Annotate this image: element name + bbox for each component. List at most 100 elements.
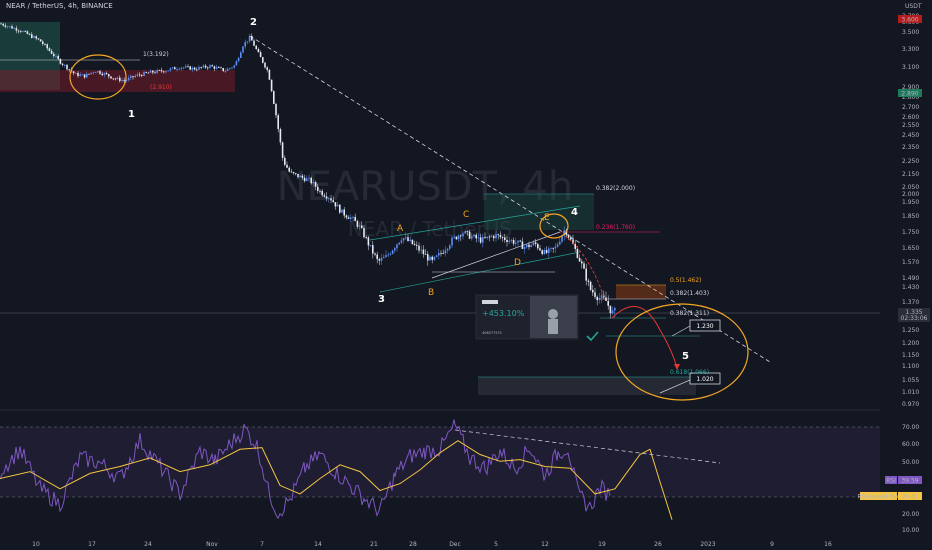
candle-body (429, 256, 431, 261)
fib-label-1760: 0.236(1.760) (596, 224, 635, 231)
price-tick: 2.600 (902, 114, 919, 121)
candle-body (35, 36, 37, 39)
wave-label-1: 1 (128, 109, 135, 120)
candle-body (550, 247, 552, 249)
candle-body (277, 115, 279, 130)
candle-body (416, 244, 418, 246)
price-tick: 1.100 (902, 363, 919, 370)
candle-body (174, 67, 176, 70)
candle-body (482, 237, 484, 243)
candle-body (94, 72, 97, 73)
candle-body (81, 74, 84, 76)
candle-body (281, 142, 284, 158)
candle-body (422, 249, 425, 255)
candle-body (26, 31, 29, 34)
candle-body (213, 66, 216, 69)
candle-body (244, 42, 246, 47)
candle-body (354, 216, 356, 222)
candle-body (526, 244, 528, 247)
candle-body (372, 245, 374, 254)
candle-body (2, 23, 4, 26)
candle-body (347, 217, 350, 219)
target-1230-label: 1.230 (696, 323, 713, 330)
candle-body (352, 216, 354, 218)
candle-body (270, 79, 273, 92)
candle-body (275, 103, 277, 116)
price-tick: 1.430 (902, 284, 919, 291)
candle-body (570, 237, 572, 240)
rsi-tick: 70.00 (902, 424, 919, 431)
candle-body (237, 57, 240, 62)
price-tick: 1.150 (902, 352, 919, 359)
candle-body (306, 178, 308, 182)
candle-body (6, 26, 9, 28)
candle-body (308, 177, 310, 179)
badge-mid-text: 2.890 (901, 91, 918, 98)
candle-body (158, 70, 161, 71)
fib-label-1311: 0.382(1.311) (670, 310, 709, 317)
candle-body (598, 297, 601, 301)
candle-body (215, 67, 218, 69)
candle-body (264, 62, 266, 68)
candle-body (48, 48, 51, 51)
candle-body (484, 237, 486, 239)
subwave-label-d: D (514, 258, 521, 268)
candle-body (101, 73, 103, 75)
candle-body (411, 239, 414, 245)
candle-body (440, 252, 442, 254)
candle-body (268, 69, 271, 80)
rsi-tick: 20.00 (902, 511, 919, 518)
candle-body (83, 74, 86, 78)
candle-body (614, 307, 616, 311)
chart-title: NEAR / TetherUS, 4h, BINANCE (6, 2, 113, 10)
candle-body (224, 70, 227, 72)
candle-body (490, 236, 493, 237)
candle-body (189, 66, 191, 70)
candle-body (462, 233, 464, 237)
wave-label-3: 3 (378, 294, 385, 305)
candle-body (248, 35, 251, 42)
candle-body (460, 235, 462, 237)
candle-body (554, 246, 557, 249)
candle-body (495, 234, 497, 239)
price-tick: 2.250 (902, 158, 919, 165)
candle-body (517, 240, 519, 243)
rsi-tick: 10.00 (902, 527, 919, 534)
candle-body (402, 237, 405, 241)
candle-body (609, 305, 612, 314)
time-tick: 21 (370, 541, 378, 548)
candle-body (169, 68, 172, 71)
candle-body (475, 234, 477, 239)
candle-body (211, 65, 213, 67)
chart-canvas[interactable]: NEARUSDT, 4h NEAR / TetherUS 1.230 1.020… (0, 0, 932, 550)
candle-body (11, 26, 13, 29)
candle-body (343, 209, 345, 216)
candle-body (528, 244, 530, 248)
candle-body (42, 41, 44, 44)
candle-body (468, 231, 471, 239)
candle-body (138, 74, 141, 76)
candle-body (435, 255, 438, 257)
candle-body (64, 64, 66, 66)
promo-card[interactable]: +453.10% 4063775?5 (475, 294, 579, 340)
candle-body (589, 281, 592, 290)
candle-body (587, 280, 590, 282)
time-tick: Dec (449, 541, 461, 548)
candle-body (130, 76, 132, 78)
candle-body (24, 31, 26, 33)
wave-label-4: 4 (571, 207, 578, 218)
candle-body (515, 242, 517, 244)
price-tick: 2.150 (902, 171, 919, 178)
fib-zone-1462 (616, 285, 666, 299)
price-tick: 2.450 (902, 132, 919, 139)
candle-body (273, 91, 275, 104)
candle-body (537, 243, 539, 249)
candle-body (451, 237, 453, 246)
candle-body (532, 242, 535, 246)
fib-label-3192: 1(3.192) (143, 51, 169, 58)
candle-body (519, 240, 521, 242)
candle-body (37, 38, 40, 40)
candle-body (20, 31, 22, 32)
candle-body (317, 186, 319, 191)
candle-body (321, 190, 323, 196)
